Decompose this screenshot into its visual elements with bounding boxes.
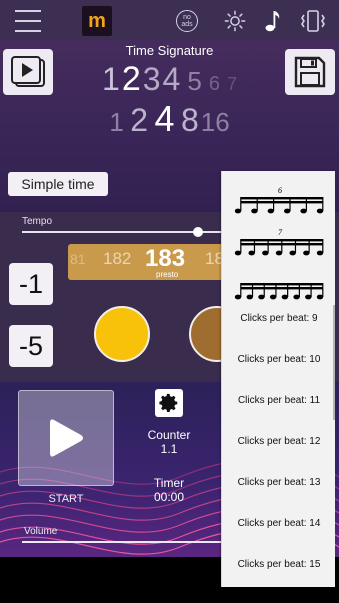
time-signature-numerator-picker[interactable]: 1234 5 6 7 xyxy=(0,60,339,99)
note-stem xyxy=(310,283,312,297)
subdivision-option[interactable]: Clicks per beat: 14 xyxy=(222,518,335,529)
play-icon xyxy=(50,419,83,457)
note-stem xyxy=(322,239,324,253)
tempo-name: presto xyxy=(156,270,179,279)
denominator-option[interactable]: 8 xyxy=(181,102,199,139)
note-stem xyxy=(256,197,258,211)
numerator-option[interactable]: 5 xyxy=(187,66,201,97)
subdivision-option[interactable]: Clicks per beat: 12 xyxy=(222,436,335,447)
note-stem xyxy=(267,239,269,253)
tempo-label: Tempo xyxy=(22,216,53,227)
settings-button[interactable] xyxy=(155,389,183,417)
numerator-option[interactable]: 7 xyxy=(227,74,237,95)
note-stem xyxy=(308,239,310,253)
no-ads-label: no ads xyxy=(181,14,193,28)
denominator-option-selected[interactable]: 4 xyxy=(154,98,174,140)
note-stem xyxy=(287,283,289,297)
subdivision-option[interactable]: Clicks per beat: 10 xyxy=(222,354,335,365)
subdivision-notation-option[interactable]: 7 xyxy=(228,217,328,257)
note-stem xyxy=(275,283,277,297)
note-stem xyxy=(322,283,324,297)
numerator-option[interactable]: 1 xyxy=(102,61,120,98)
note-stem xyxy=(240,283,242,297)
note-stem xyxy=(251,283,254,297)
dropdown-scrollbar[interactable] xyxy=(333,305,335,420)
note-stem xyxy=(240,239,242,253)
subdivision-option[interactable]: Clicks per beat: 9 xyxy=(222,313,335,324)
tempo-slider[interactable] xyxy=(22,231,222,233)
sun-icon[interactable] xyxy=(220,6,250,36)
bpm-picker[interactable]: 81 182 183 18 presto xyxy=(68,244,228,280)
vibrate-icon[interactable] xyxy=(298,6,328,36)
note-stem xyxy=(253,239,256,253)
bpm-option[interactable]: 81 xyxy=(70,251,86,267)
numerator-option[interactable]: 4 xyxy=(163,61,181,98)
note-stem xyxy=(263,283,265,297)
numerator-option[interactable]: 6 xyxy=(209,73,220,96)
counter-value: 1.1 xyxy=(160,442,178,456)
note-stem xyxy=(305,197,307,211)
subdivision-option[interactable]: Clicks per beat: 15 xyxy=(222,559,335,570)
numerator-option-selected[interactable]: 2 xyxy=(122,60,141,99)
timer-value: 00:00 xyxy=(153,490,185,504)
subdivision-notation-option[interactable]: 6 xyxy=(228,175,328,215)
simple-time-button[interactable]: Simple time xyxy=(8,172,108,196)
top-bar: m no ads xyxy=(0,0,339,40)
subdivision-notation-option[interactable] xyxy=(228,261,328,301)
gear-icon xyxy=(159,393,178,412)
beat-indicator-1[interactable] xyxy=(94,306,150,362)
note-stem xyxy=(294,239,297,253)
logo-text: m xyxy=(88,9,106,32)
counter-label: Counter xyxy=(147,428,191,442)
tuplet-number: 7 xyxy=(278,228,283,237)
volume-slider[interactable] xyxy=(22,541,222,543)
decrease-5-button[interactable]: -5 xyxy=(9,325,53,367)
denominator-option[interactable]: 16 xyxy=(201,107,230,138)
note-stem xyxy=(240,197,242,211)
subdivision-option[interactable]: Clicks per beat: 11 xyxy=(222,395,335,406)
subdivision-dropdown[interactable]: 6 7 Clicks per beat: 9 Clicks per beat: 1… xyxy=(221,171,335,587)
time-signature-denominator-picker[interactable]: 1 2 4 816 xyxy=(0,98,339,140)
hamburger-menu-icon[interactable] xyxy=(13,6,43,36)
app-logo: m xyxy=(82,6,112,36)
tempo-slider-thumb[interactable] xyxy=(193,227,203,237)
note-stem xyxy=(298,283,300,297)
denominator-option[interactable]: 2 xyxy=(130,102,148,139)
metronome-app: m no ads Time Signature 1234 5 6 7 1 2 4… xyxy=(0,0,339,603)
bpm-current-value[interactable]: 183 xyxy=(145,245,185,273)
bpm-option[interactable]: 182 xyxy=(103,249,131,269)
numerator-option[interactable]: 3 xyxy=(143,61,161,98)
start-button[interactable] xyxy=(18,390,114,486)
no-ads-button[interactable]: no ads xyxy=(176,10,198,32)
music-note-icon[interactable] xyxy=(258,6,288,36)
denominator-option[interactable]: 1 xyxy=(109,107,123,138)
timer-label: Timer xyxy=(153,476,185,490)
note-stem xyxy=(289,197,291,211)
tuplet-number: 6 xyxy=(278,186,282,195)
volume-label: Volume xyxy=(24,526,58,537)
note-stem xyxy=(273,197,275,211)
decrease-1-button[interactable]: -1 xyxy=(9,263,53,305)
note-stem xyxy=(322,197,324,211)
note-stem xyxy=(281,239,283,253)
start-label: START xyxy=(48,493,84,505)
subdivision-option[interactable]: Clicks per beat: 13 xyxy=(222,477,335,488)
